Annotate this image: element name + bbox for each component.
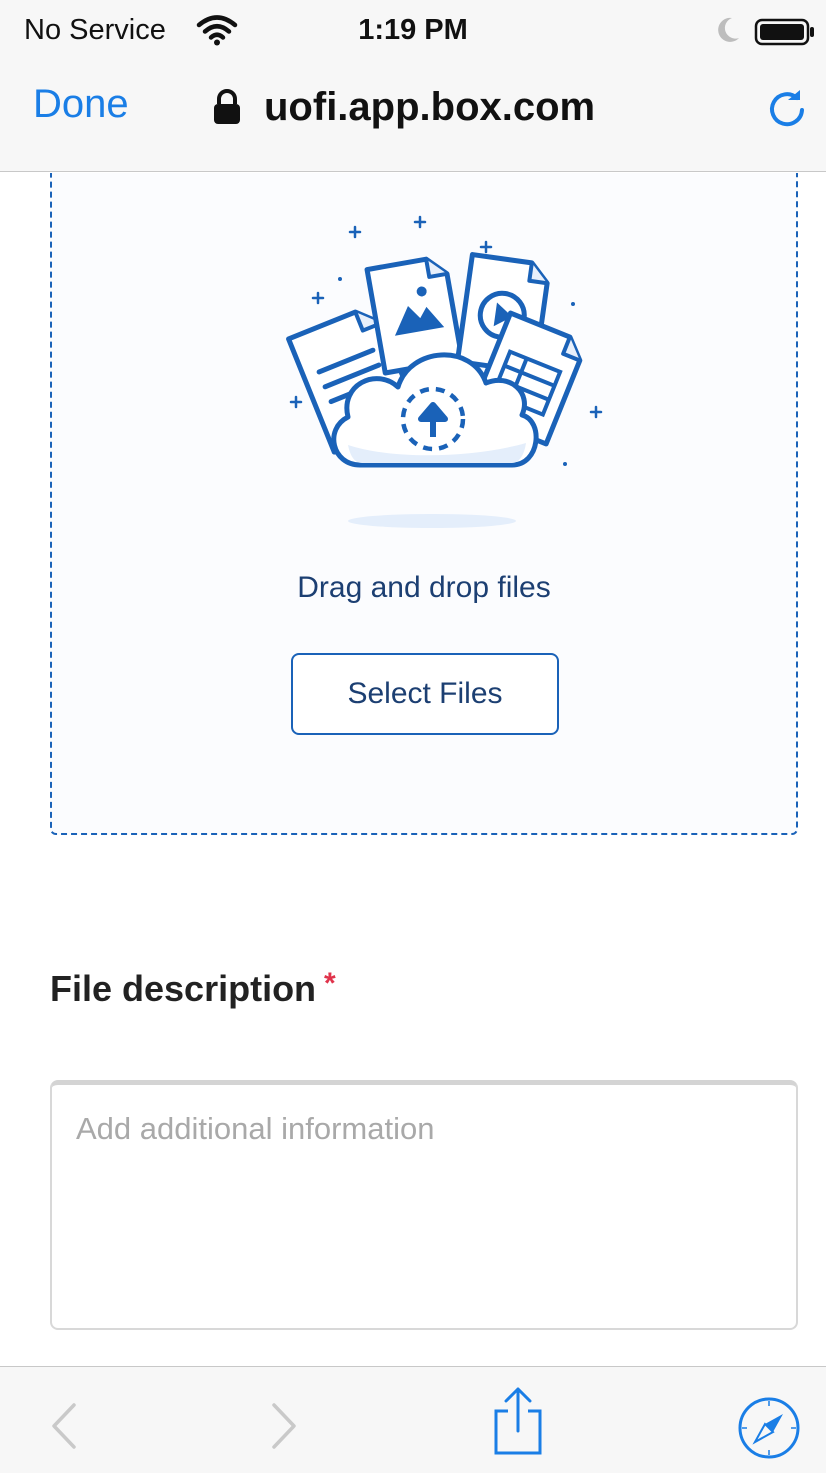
forward-icon[interactable] [264, 1401, 304, 1451]
compass-icon[interactable] [736, 1395, 802, 1461]
browser-nav-bar: Done uofi.app.box.com [0, 62, 826, 172]
file-description-input[interactable] [50, 1080, 798, 1330]
moon-icon [712, 14, 742, 46]
file-dropzone[interactable]: Drag and drop files Select Files [50, 173, 798, 835]
url-text: uofi.app.box.com [264, 84, 596, 129]
upload-illustration [240, 197, 620, 537]
browser-toolbar [0, 1366, 826, 1473]
status-bar: No Service 1:19 PM [0, 0, 826, 62]
back-icon[interactable] [44, 1401, 84, 1451]
file-description-label-text: File description [50, 968, 317, 1009]
reload-icon[interactable] [764, 86, 810, 132]
url-bar[interactable]: uofi.app.box.com [212, 82, 595, 132]
done-button[interactable]: Done [33, 82, 129, 127]
required-marker: * [324, 967, 336, 1000]
file-description-label: File description * [50, 967, 336, 1010]
share-icon[interactable] [490, 1385, 546, 1455]
battery-icon [754, 17, 816, 47]
drag-drop-text: Drag and drop files [297, 571, 551, 604]
status-time: 1:19 PM [358, 14, 468, 46]
lock-icon [212, 88, 242, 126]
page-content: Drag and drop files Select Files File de… [0, 173, 826, 1366]
select-files-button[interactable]: Select Files [291, 653, 559, 735]
